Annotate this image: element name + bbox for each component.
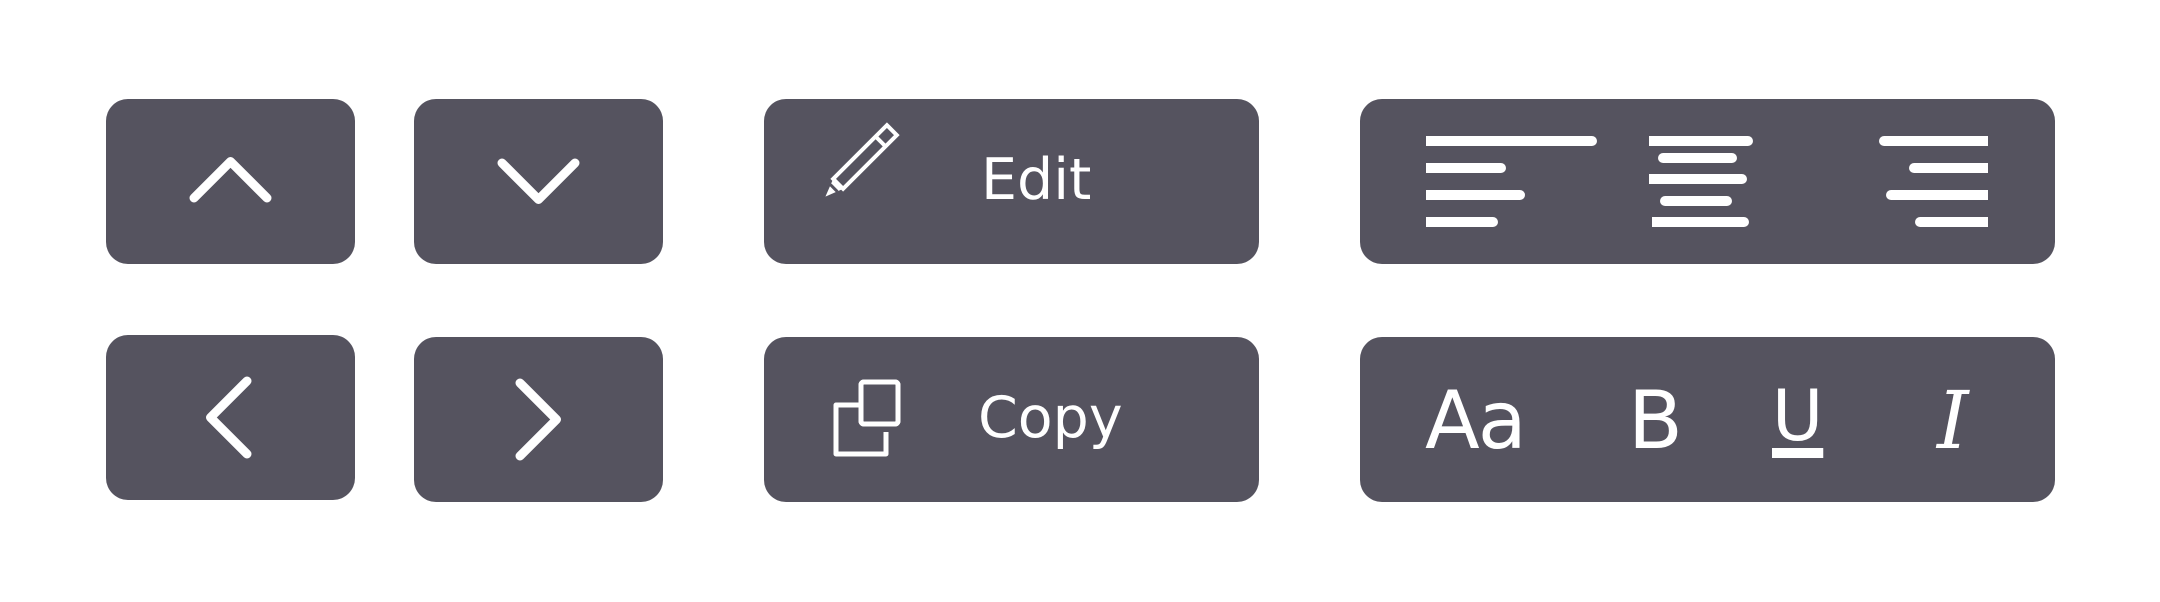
chevron-up-icon xyxy=(189,157,272,203)
align-right-icon[interactable] xyxy=(1878,99,2038,264)
chevron-right-icon xyxy=(515,378,561,461)
chevron-down-button[interactable] xyxy=(414,99,663,264)
chevron-left-button[interactable] xyxy=(106,335,355,500)
chevron-up-button[interactable] xyxy=(106,99,355,264)
chevron-left-icon xyxy=(206,376,252,459)
icon-button-sheet: Edit Copy Aa B U I xyxy=(0,0,2160,602)
text-style-button-group: Aa B U I xyxy=(1360,337,2055,502)
align-center-icon[interactable] xyxy=(1643,99,1803,264)
alignment-button-group xyxy=(1360,99,2055,264)
edit-button[interactable]: Edit xyxy=(764,99,1259,264)
chevron-down-icon xyxy=(497,158,580,204)
edit-label: Edit xyxy=(981,147,1092,213)
copy-label: Copy xyxy=(978,385,1123,451)
underline-icon[interactable]: U xyxy=(1772,381,1823,451)
copy-button[interactable]: Copy xyxy=(764,337,1259,502)
align-left-icon[interactable] xyxy=(1420,99,1597,264)
chevron-right-button[interactable] xyxy=(414,337,663,502)
bold-icon[interactable]: B xyxy=(1628,381,1683,461)
italic-icon[interactable]: I xyxy=(1937,381,1969,461)
font-size-icon[interactable]: Aa xyxy=(1425,381,1527,461)
